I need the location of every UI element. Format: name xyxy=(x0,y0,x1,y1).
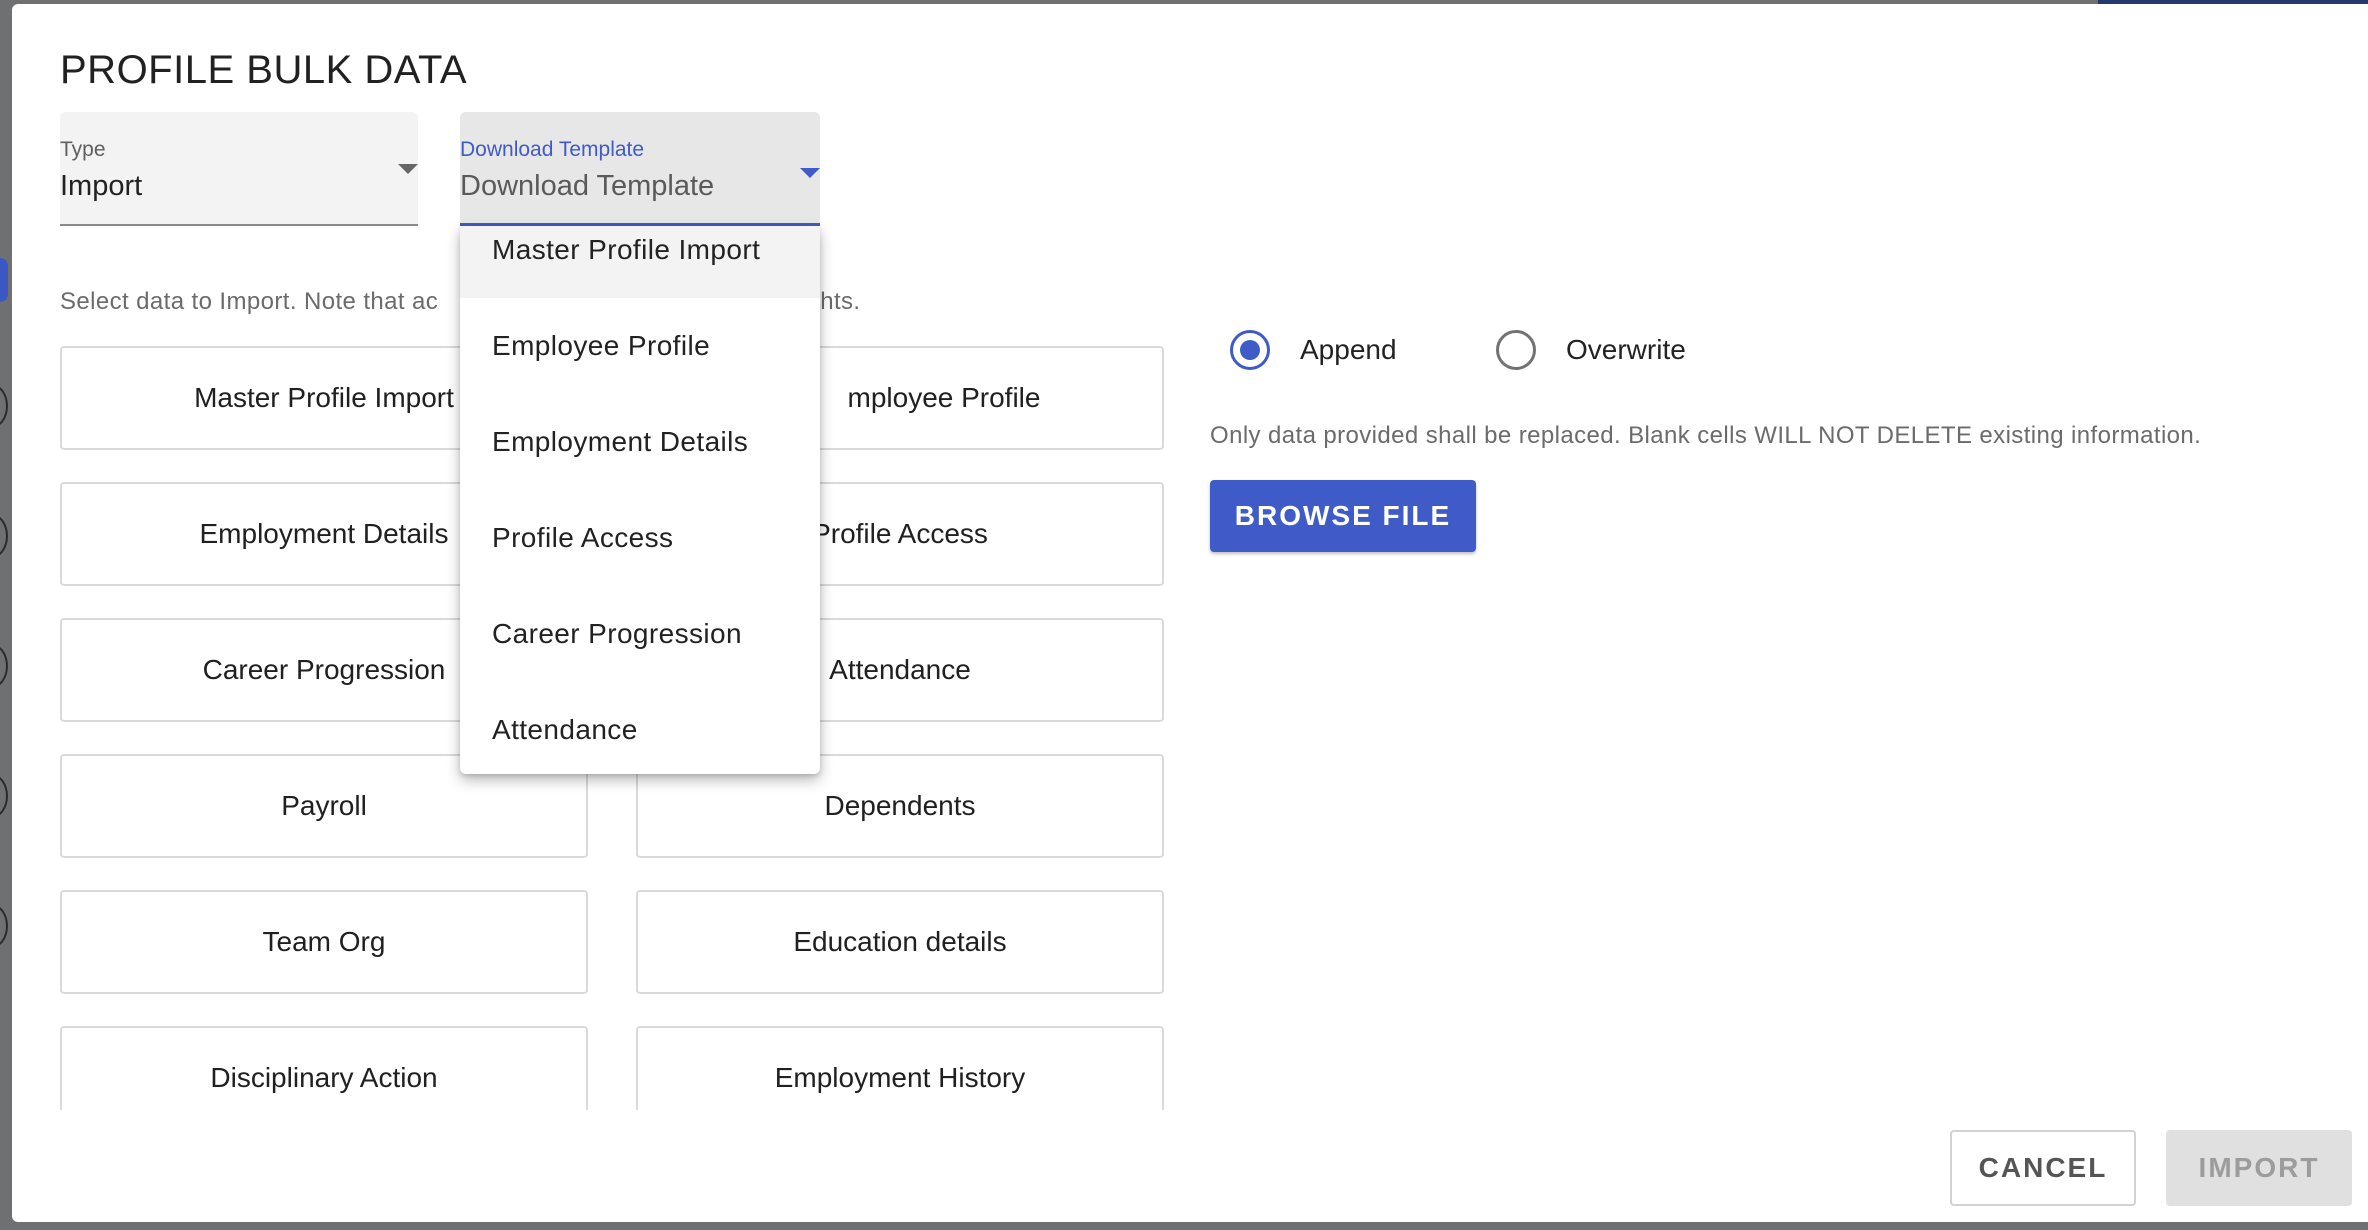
menu-item-master-profile-import[interactable]: Master Profile Import xyxy=(460,226,820,298)
browse-file-button[interactable]: BROWSE FILE xyxy=(1210,480,1476,552)
background-circle-icon xyxy=(0,904,8,948)
overwrite-label: Overwrite xyxy=(1566,334,1686,365)
background-circle-icon xyxy=(0,644,8,688)
menu-item-profile-access[interactable]: Profile Access xyxy=(460,490,820,586)
tile-disciplinary-action[interactable]: Disciplinary Action xyxy=(60,1026,588,1110)
radio-checked-icon[interactable] xyxy=(1230,330,1270,370)
append-label: Append xyxy=(1300,334,1397,365)
overwrite-option[interactable]: Overwrite xyxy=(1496,322,1686,378)
background-circle-icon xyxy=(0,384,8,428)
menu-item-career-progression[interactable]: Career Progression xyxy=(460,586,820,682)
radio-unchecked-icon[interactable] xyxy=(1496,330,1536,370)
menu-item-employee-profile[interactable]: Employee Profile xyxy=(460,298,820,394)
dialog-title: PROFILE BULK DATA xyxy=(60,48,468,92)
type-select[interactable]: Type Import xyxy=(60,112,418,226)
download-template-label: Download Template xyxy=(460,138,645,161)
background-circle-icon xyxy=(0,514,8,558)
tile-education-details[interactable]: Education details xyxy=(636,890,1164,994)
download-template-menu: Master Profile Import Employee Profile E… xyxy=(460,226,820,774)
cancel-button[interactable]: CANCEL xyxy=(1950,1130,2136,1206)
background-circle-icon xyxy=(0,774,8,818)
type-select-value: Import xyxy=(60,170,143,202)
background-nav-indicator xyxy=(0,258,8,302)
bulk-data-dialog: PROFILE BULK DATA Type Import Download T… xyxy=(12,4,2368,1222)
tile-team-org[interactable]: Team Org xyxy=(60,890,588,994)
append-note: Only data provided shall be replaced. Bl… xyxy=(1210,422,2202,449)
dropdown-arrow-icon xyxy=(800,168,820,178)
dropdown-arrow-icon xyxy=(398,164,418,174)
menu-item-attendance[interactable]: Attendance xyxy=(460,682,820,774)
tile-employment-history[interactable]: Employment History xyxy=(636,1026,1164,1110)
download-template-value: Download Template xyxy=(460,170,715,202)
type-select-label: Type xyxy=(60,138,106,161)
download-template-select[interactable]: Download Template Download Template xyxy=(460,112,820,226)
menu-item-employment-details[interactable]: Employment Details xyxy=(460,394,820,490)
import-button[interactable]: IMPORT xyxy=(2166,1130,2352,1206)
append-option[interactable]: Append xyxy=(1230,322,1397,378)
